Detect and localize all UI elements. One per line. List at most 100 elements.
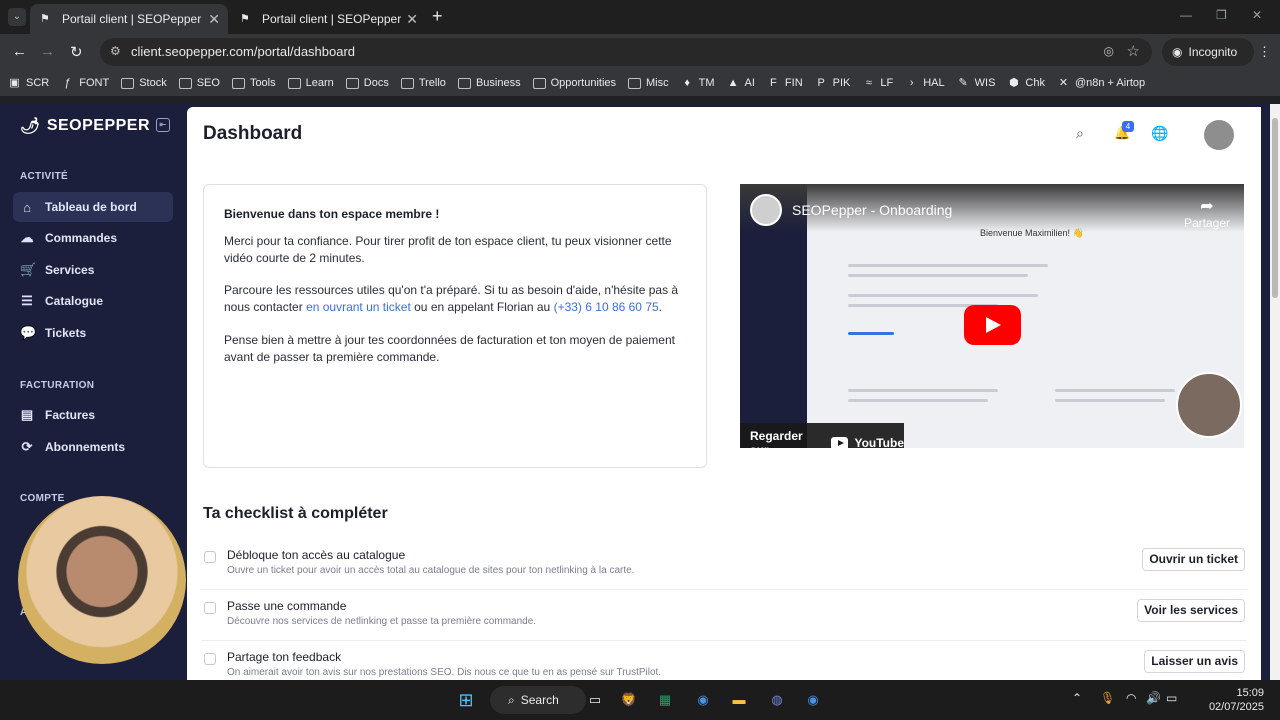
url-text[interactable]: client.seopepper.com/portal/dashboard	[131, 44, 355, 59]
search-icon[interactable]: ⌕	[1076, 125, 1084, 142]
tab-search-icon[interactable]: ⌄	[8, 8, 26, 26]
paragraph-text: ou en appelant Florian au	[410, 300, 554, 314]
chrome-incognito-icon[interactable]: ◉	[802, 689, 824, 711]
eye-off-icon[interactable]: ◎	[1104, 44, 1114, 58]
tray-chevron-icon[interactable]: ⌃	[1072, 691, 1082, 705]
checklist-checkbox[interactable]	[204, 551, 216, 563]
bookmark-trello[interactable]: Trello	[400, 77, 446, 89]
youtube-icon	[830, 436, 849, 448]
tab-portail-1[interactable]: ⚑ Portail client | SEOPepper ✕	[30, 4, 228, 34]
bookmark-learn[interactable]: Learn	[287, 77, 334, 89]
close-window-icon[interactable]: ✕	[1252, 8, 1262, 22]
bookmark-hal[interactable]: › HAL	[905, 77, 945, 90]
bookmark-scr[interactable]: ▣ SCR	[8, 77, 49, 90]
incognito-button[interactable]: ◉ Incognito	[1162, 38, 1254, 66]
sidebar-item-commandes[interactable]: ☁ Commandes	[13, 223, 173, 253]
bookmark-opportunities[interactable]: Opportunities	[532, 77, 616, 89]
back-icon[interactable]: ←	[12, 43, 27, 60]
bookmark-tm[interactable]: ♦ TM	[681, 77, 714, 90]
brave-icon[interactable]: 🦁	[618, 689, 640, 711]
maximize-icon[interactable]: ❐	[1216, 8, 1227, 22]
file-explorer-icon[interactable]: ▬	[728, 689, 750, 711]
scrollbar[interactable]	[1270, 104, 1280, 680]
collapse-sidebar-icon[interactable]: ⇤	[156, 118, 170, 132]
share-button[interactable]: ➦ Partager	[1184, 196, 1230, 230]
pepper-logo-icon: 🌶	[20, 118, 41, 135]
volume-icon[interactable]: 🔊	[1146, 691, 1161, 705]
bookmark-font[interactable]: ƒ FONT	[61, 77, 110, 90]
sidebar-item-tickets[interactable]: 💬 Tickets	[13, 318, 173, 348]
close-tab-icon[interactable]: ✕	[406, 11, 418, 28]
bookmark-docs[interactable]: Docs	[345, 77, 389, 89]
task-view-icon[interactable]: ▭	[584, 689, 606, 711]
sidebar-item-factures[interactable]: ▤ Factures	[13, 400, 173, 430]
sidebar-item-catalogue[interactable]: ☰ Catalogue	[13, 286, 173, 316]
sidebar-item-abonnements[interactable]: ⟳ Abonnements	[13, 432, 173, 462]
leave-review-button[interactable]: Laisser un avis	[1144, 650, 1245, 673]
play-button[interactable]	[964, 305, 1021, 345]
close-tab-icon[interactable]: ✕	[208, 11, 220, 28]
new-tab-icon[interactable]: +	[432, 6, 443, 27]
more-menu-icon[interactable]: ⋮	[1258, 44, 1271, 60]
bookmark-tools[interactable]: Tools	[231, 77, 276, 89]
view-services-button[interactable]: Voir les services	[1137, 599, 1245, 622]
scrollbar-thumb[interactable]	[1272, 118, 1278, 298]
bookmark-chk[interactable]: ⬢ Chk	[1007, 77, 1045, 90]
clock[interactable]: 15:09 02/07/2025	[1209, 686, 1264, 714]
bookmark-pik[interactable]: P PIK	[815, 77, 850, 90]
video-title[interactable]: SEOPepper - Onboarding	[792, 202, 952, 218]
bookmark-wis[interactable]: ✎ WIS	[957, 77, 996, 90]
globe-icon[interactable]: 🌐	[1151, 125, 1168, 142]
avatar[interactable]	[1204, 120, 1234, 150]
welcome-heading: Bienvenue dans ton espace membre !	[224, 207, 440, 221]
channel-avatar[interactable]	[750, 194, 782, 226]
checklist-item: Passe une commande Découvre nos services…	[201, 591, 1247, 641]
watch-on-youtube-button[interactable]: Regarder sur YouTube	[740, 423, 904, 448]
microphone-icon[interactable]: 🎙	[1100, 691, 1115, 705]
windows-start-icon[interactable]: ⊞	[455, 689, 477, 711]
bookmark-fin[interactable]: F FIN	[767, 77, 803, 90]
taskbar: ⊞ ⌕ Search ▭ 🦁 ▦ ◉ ▬ ◍ ◉ ⌃ 🎙 ◠ 🔊 ▭ 15:09…	[0, 680, 1280, 720]
phone-link[interactable]: (+33) 6 10 86 60 75	[554, 300, 659, 314]
sidebar-item-label: Abonnements	[45, 440, 126, 454]
open-ticket-link[interactable]: en ouvrant un ticket	[306, 300, 411, 314]
open-ticket-button[interactable]: Ouvrir un ticket	[1142, 548, 1245, 571]
bookmark-seo[interactable]: SEO	[178, 77, 220, 89]
onboarding-video[interactable]: Bienvenue Maximilien! 👋 SEOPepper - Onbo…	[740, 184, 1244, 448]
minimize-icon[interactable]: —	[1180, 8, 1192, 22]
sidebar-item-label: Services	[45, 263, 95, 277]
bookmark-stock[interactable]: Stock	[121, 77, 167, 89]
forward-icon[interactable]: →	[40, 43, 55, 60]
bookmark-ai[interactable]: ▲ AI	[727, 77, 755, 90]
star-icon[interactable]: ☆	[1127, 42, 1140, 60]
battery-icon[interactable]: ▭	[1166, 691, 1177, 705]
bookmark-label: Business	[475, 77, 521, 89]
tab-portail-2[interactable]: ⚑ Portail client | SEOPepper ✕	[230, 4, 426, 34]
checklist-checkbox[interactable]	[204, 653, 216, 665]
ai-icon: ▲	[727, 76, 739, 89]
brand-name: SEOPEPPER	[46, 117, 151, 134]
discord-icon[interactable]: ◍	[766, 689, 788, 711]
brand-logo[interactable]: 🌶 SEOPEPPER ⇤	[20, 116, 170, 136]
reload-icon[interactable]: ↻	[70, 43, 83, 61]
section-activite: ACTIVITÉ	[20, 171, 68, 182]
taskbar-search[interactable]: ⌕ Search	[490, 686, 586, 714]
bookmark-label: Docs	[363, 77, 389, 89]
bookmark-lf[interactable]: ≈ LF	[862, 77, 893, 90]
folder-icon	[121, 77, 135, 89]
bookmark-business[interactable]: Business	[457, 77, 521, 89]
wifi-icon[interactable]: ◠	[1126, 691, 1136, 705]
paragraph-text: .	[658, 300, 663, 314]
section-facturation: FACTURATION	[20, 380, 95, 391]
sidebar-item-tableau-de-bord[interactable]: ⌂ Tableau de bord	[13, 192, 173, 222]
sidebar-item-services[interactable]: 🛒 Services	[13, 255, 173, 285]
webcam-overlay	[18, 496, 186, 664]
excel-icon[interactable]: ▦	[654, 689, 676, 711]
bookmark-n8n-airtop[interactable]: ✕ @n8n + Airtop	[1057, 77, 1145, 90]
folder-icon	[287, 77, 301, 89]
checklist-checkbox[interactable]	[204, 602, 216, 614]
site-info-icon[interactable]: ⚙	[110, 44, 121, 58]
url-field[interactable]: ⚙ client.seopepper.com/portal/dashboard …	[100, 38, 1152, 66]
chrome-icon[interactable]: ◉	[692, 689, 714, 711]
bookmark-misc[interactable]: Misc	[628, 77, 669, 89]
